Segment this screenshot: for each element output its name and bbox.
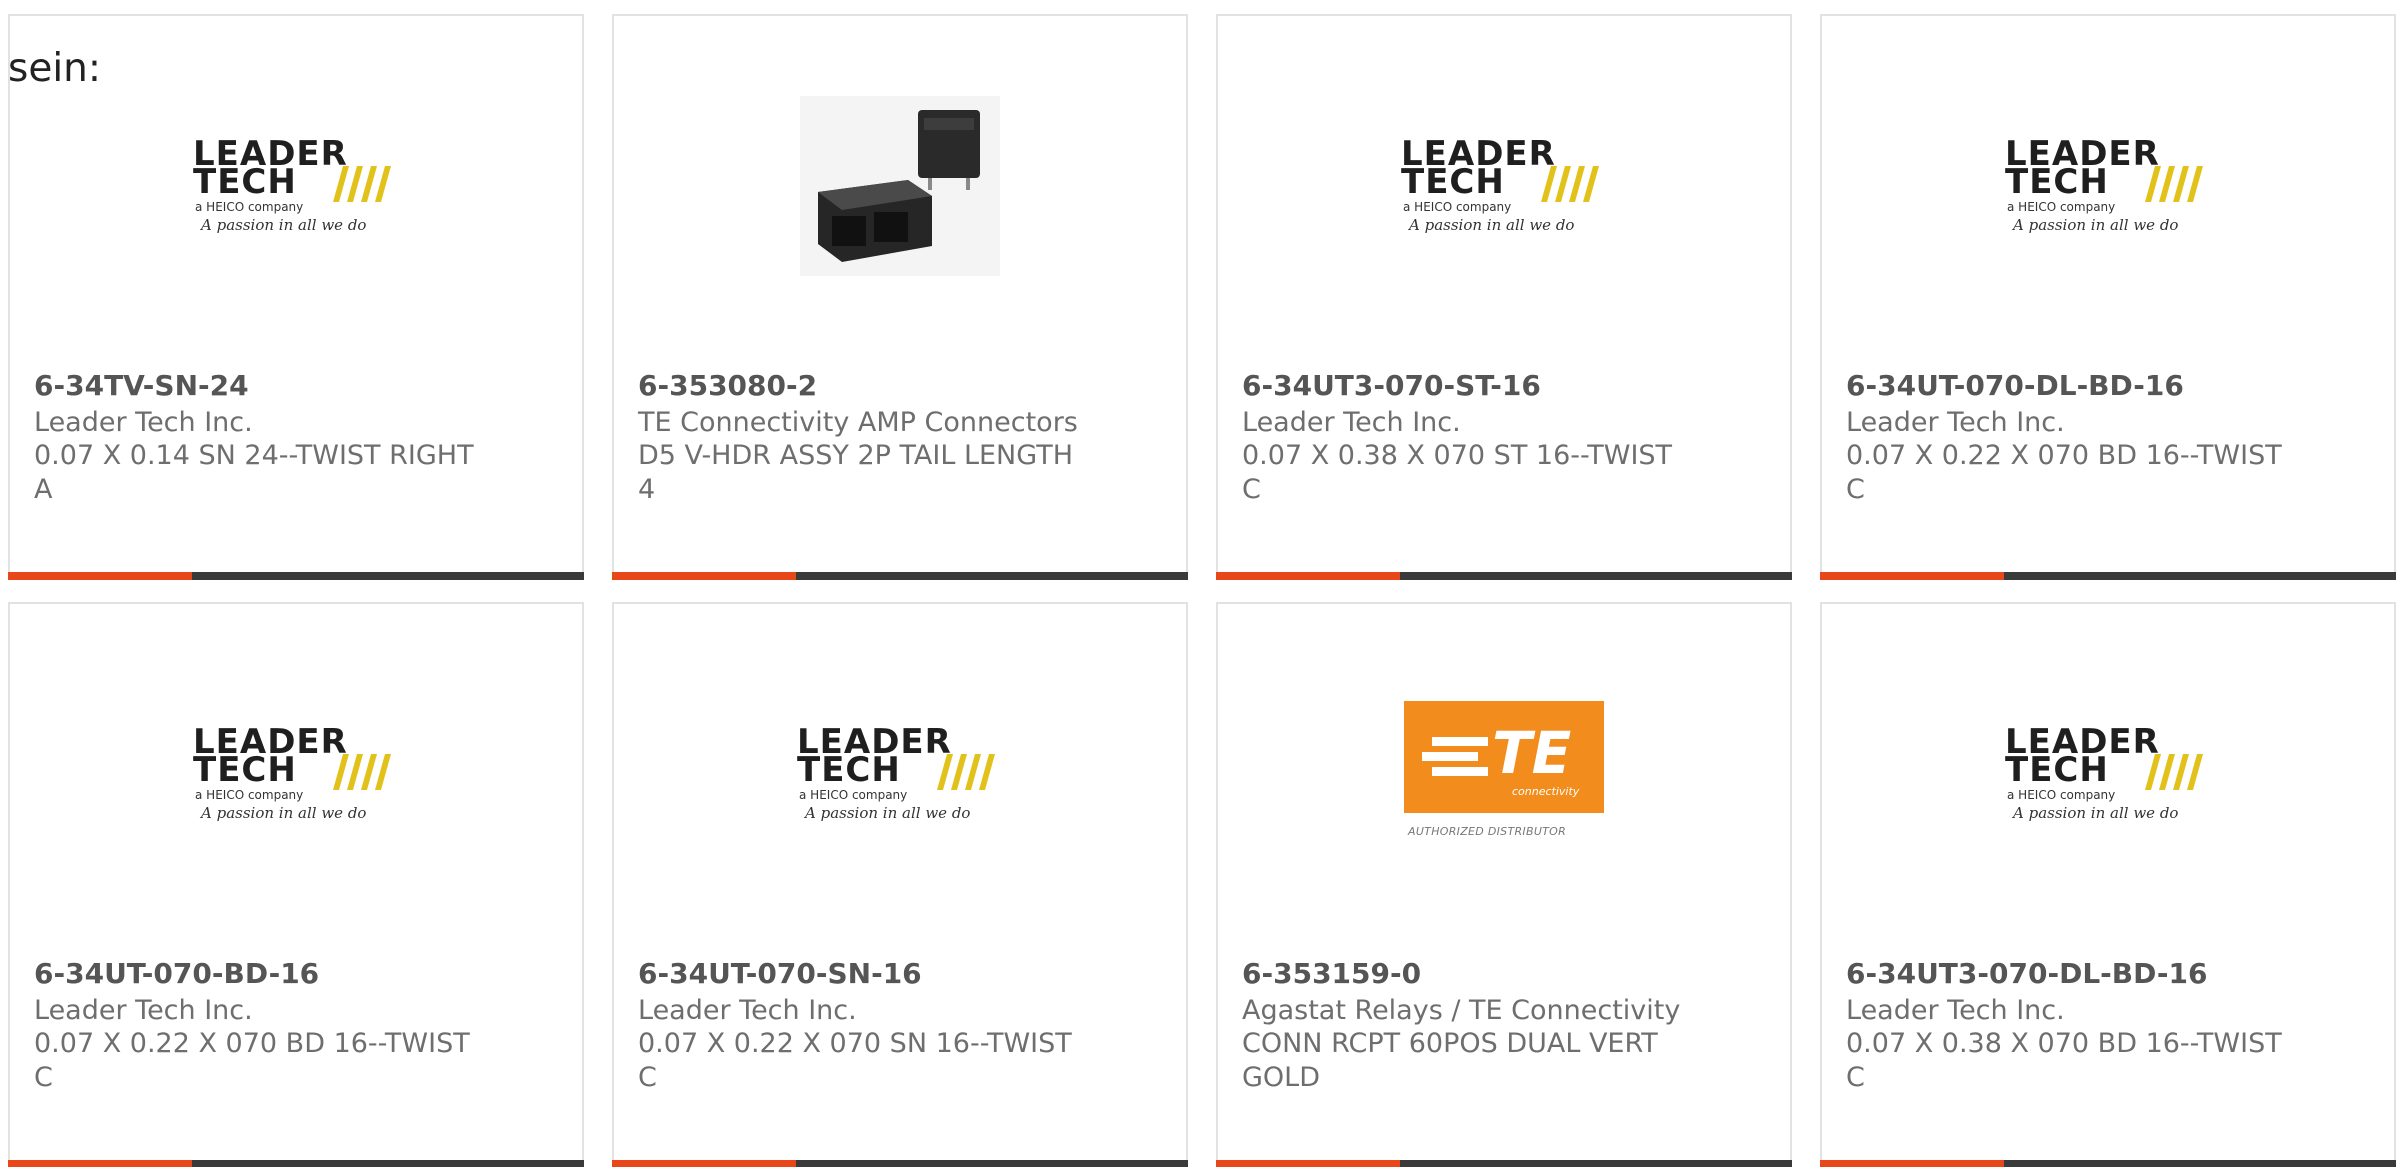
logo-line3: a HEICO company <box>2007 788 2116 802</box>
logo-line2: TECH <box>193 750 297 790</box>
logo-line4: A passion in all we do <box>201 804 367 822</box>
manufacturer: Leader Tech Inc. <box>1242 407 1461 438</box>
logo-line3: a HEICO company <box>195 788 304 802</box>
product-card[interactable]: LEADER TECH a HEICO company A passion in… <box>1820 14 2396 580</box>
description: 0.07 X 0.22 X 070 SN 16--TWIST C <box>638 1028 1072 1093</box>
logo-line2: TECH <box>2005 162 2109 202</box>
connector-image <box>800 96 1000 276</box>
leadertech-logo-icon: LEADER TECH a HEICO company A passion in… <box>1993 106 2223 266</box>
product-card[interactable]: 6-353080-2 TE Connectivity AMP Connector… <box>612 14 1188 580</box>
manufacturer: Leader Tech Inc. <box>1846 407 2065 438</box>
description: CONN RCPT 60POS DUAL VERT GOLD <box>1242 1028 1658 1093</box>
connector-photo-icon <box>785 96 1015 276</box>
te-sub: connectivity <box>1512 785 1580 798</box>
part-number[interactable]: 6-34TV-SN-24 <box>34 366 249 406</box>
part-number[interactable]: 6-353080-2 <box>638 366 817 406</box>
card-bottom-bar <box>1820 572 2396 580</box>
product-card[interactable]: LEADER TECH a HEICO company A passion in… <box>1216 14 1792 580</box>
manufacturer: Leader Tech Inc. <box>34 407 253 438</box>
part-number[interactable]: 6-34UT3-070-ST-16 <box>1242 366 1541 406</box>
te-connectivity-logo-icon: TE connectivity AUTHORIZED DISTRIBUTOR <box>1389 694 1619 854</box>
logo-stripes-icon <box>937 754 995 790</box>
te-stripes-icon <box>1422 737 1488 776</box>
manufacturer: Leader Tech Inc. <box>1846 995 2065 1026</box>
logo-line2: TECH <box>193 162 297 202</box>
logo-line3: a HEICO company <box>799 788 908 802</box>
part-number[interactable]: 6-34UT-070-DL-BD-16 <box>1846 366 2184 406</box>
description: 0.07 X 0.22 X 070 BD 16--TWIST C <box>1846 440 2282 505</box>
manufacturer: Agastat Relays / TE Connectivity <box>1242 995 1681 1026</box>
leadertech-logo-icon: LEADER TECH a HEICO company A passion in… <box>785 694 1015 854</box>
card-bottom-bar <box>612 1160 1188 1167</box>
manufacturer: TE Connectivity AMP Connectors <box>638 407 1078 438</box>
logo-line4: A passion in all we do <box>2013 804 2179 822</box>
te-tagline: AUTHORIZED DISTRIBUTOR <box>1408 825 1567 838</box>
logo-stripes-icon <box>2145 754 2203 790</box>
part-number[interactable]: 6-34UT-070-SN-16 <box>638 954 922 994</box>
description: 0.07 X 0.14 SN 24--TWIST RIGHT A <box>34 440 474 505</box>
logo-line3: a HEICO company <box>195 200 304 214</box>
product-card[interactable]: LEADER TECH a HEICO company A passion in… <box>1820 602 2396 1167</box>
part-number[interactable]: 6-353159-0 <box>1242 954 1421 994</box>
description: 0.07 X 0.38 X 070 BD 16--TWIST C <box>1846 1028 2282 1093</box>
leadertech-logo-icon: LEADER TECH a HEICO company A passion in… <box>181 106 411 266</box>
card-bottom-bar <box>1216 572 1792 580</box>
card-bottom-bar <box>1820 1160 2396 1167</box>
product-card[interactable]: TE connectivity AUTHORIZED DISTRIBUTOR 6… <box>1216 602 1792 1167</box>
description: 0.07 X 0.22 X 070 BD 16--TWIST C <box>34 1028 470 1093</box>
logo-line2: TECH <box>2005 750 2109 790</box>
product-card[interactable]: LEADER TECH a HEICO company A passion in… <box>8 602 584 1167</box>
leadertech-logo-icon: LEADER TECH a HEICO company A passion in… <box>1389 106 1619 266</box>
manufacturer: Leader Tech Inc. <box>34 995 253 1026</box>
logo-stripes-icon <box>333 166 391 202</box>
leadertech-logo-icon: LEADER TECH a HEICO company A passion in… <box>1993 694 2223 854</box>
manufacturer: Leader Tech Inc. <box>638 995 857 1026</box>
logo-line2: TECH <box>797 750 901 790</box>
product-card[interactable]: LEADER TECH a HEICO company A passion in… <box>612 602 1188 1167</box>
part-number[interactable]: 6-34UT3-070-DL-BD-16 <box>1846 954 2207 994</box>
logo-line4: A passion in all we do <box>805 804 971 822</box>
card-bottom-bar <box>1216 1160 1792 1167</box>
leadertech-logo-icon: LEADER TECH a HEICO company A passion in… <box>181 694 411 854</box>
part-number[interactable]: 6-34UT-070-BD-16 <box>34 954 319 994</box>
card-bottom-bar <box>8 572 584 580</box>
product-grid-page: sein: LEADER TECH a HEICO company A pass… <box>0 0 2400 1167</box>
logo-line3: a HEICO company <box>1403 200 1512 214</box>
intro-text: sein: <box>8 46 102 91</box>
te-mark: TE <box>1492 719 1572 787</box>
logo-line3: a HEICO company <box>2007 200 2116 214</box>
card-bottom-bar <box>612 572 1188 580</box>
logo-line4: A passion in all we do <box>201 216 367 234</box>
logo-stripes-icon <box>333 754 391 790</box>
description: D5 V-HDR ASSY 2P TAIL LENGTH 4 <box>638 440 1073 505</box>
logo-stripes-icon <box>1541 166 1599 202</box>
logo-line2: TECH <box>1401 162 1505 202</box>
logo-stripes-icon <box>2145 166 2203 202</box>
logo-line4: A passion in all we do <box>1409 216 1575 234</box>
product-card[interactable]: LEADER TECH a HEICO company A passion in… <box>8 14 584 580</box>
logo-line4: A passion in all we do <box>2013 216 2179 234</box>
card-bottom-bar <box>8 1160 584 1167</box>
description: 0.07 X 0.38 X 070 ST 16--TWIST C <box>1242 440 1673 505</box>
